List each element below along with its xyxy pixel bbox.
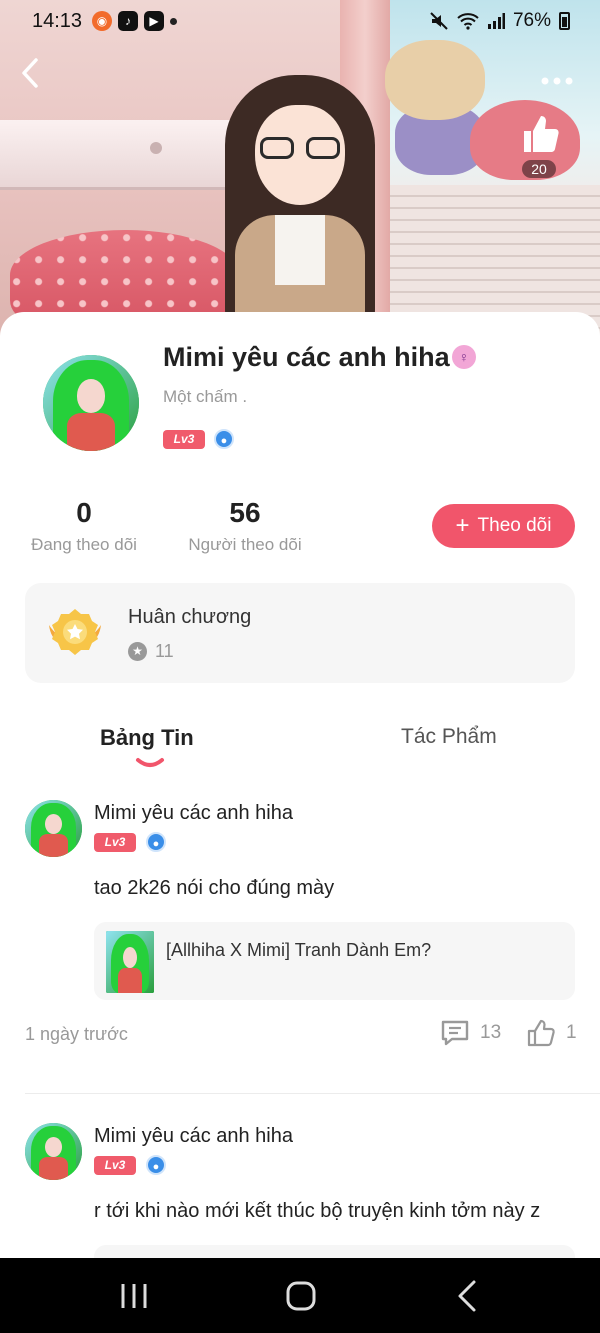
post-author-name[interactable]: Mimi yêu các anh hiha — [94, 1125, 293, 1148]
post-linked-story[interactable]: [Allhiha X Mimi] Tranh Dành Em? — [94, 922, 575, 1000]
status-right: 76% — [429, 10, 570, 32]
status-bar: 14:13 ◉ ♪ ▶ 76% — [0, 0, 600, 42]
system-navigation-bar — [0, 1258, 600, 1333]
back-button[interactable] — [18, 56, 52, 90]
comment-button[interactable]: 13 — [440, 1018, 501, 1048]
post-author-avatar[interactable] — [25, 1123, 82, 1180]
app-notification-icon: ◉ — [92, 11, 112, 31]
profile-avatar[interactable] — [43, 355, 139, 451]
level-badge: Lv3 — [163, 430, 205, 449]
comment-count: 13 — [480, 1022, 502, 1043]
tab-works[interactable]: Tác Phẩm — [401, 725, 497, 749]
medals-card[interactable]: Huân chương ★ 11 — [25, 583, 575, 683]
more-dots-icon — [541, 77, 573, 85]
follow-button-label: Theo dõi — [477, 515, 552, 536]
post-divider — [25, 1093, 600, 1094]
star-icon: ★ — [128, 642, 147, 661]
medals-count: 11 — [155, 641, 174, 661]
plus-icon: + — [455, 512, 470, 539]
feed-post: Mimi yêu các anh hiha Lv3 ● tao 2k26 nói… — [0, 800, 600, 1090]
cover-character — [220, 75, 380, 340]
home-button[interactable] — [281, 1276, 321, 1316]
followers-count: 56 — [229, 497, 261, 528]
youtube-icon: ▶ — [144, 11, 164, 31]
back-arrow-icon — [458, 1280, 476, 1312]
level-badge: Lv3 — [94, 833, 136, 852]
battery-percent: 76% — [512, 10, 551, 31]
vip-droplet-icon: ● — [214, 429, 234, 449]
feed-post: Mimi yêu các anh hiha Lv3 ● r tới khi nà… — [0, 1123, 600, 1323]
profile-cover-image — [0, 0, 600, 340]
dot-icon — [170, 17, 177, 25]
vip-droplet-icon: ● — [146, 1155, 166, 1175]
profile-bio: Một chấm . — [163, 387, 248, 406]
following-count: 0 — [76, 497, 92, 528]
cover-stool — [10, 230, 240, 320]
tab-active-indicator — [136, 758, 164, 767]
battery-icon — [559, 12, 570, 30]
follow-button[interactable]: + Theo dõi — [432, 504, 575, 548]
female-gender-icon: ♀ — [452, 345, 476, 369]
tab-feed[interactable]: Bảng Tin — [100, 725, 194, 751]
mute-icon — [430, 12, 448, 30]
followers-stat[interactable]: 56 Người theo dõi — [180, 497, 310, 555]
profile-sheet: Mimi yêu các anh hiha ♀ Một chấm . Lv3 ●… — [0, 312, 600, 1323]
home-icon — [286, 1281, 316, 1311]
medals-count-row: ★ 11 — [128, 641, 174, 662]
medals-title: Huân chương — [128, 606, 252, 628]
recent-apps-button[interactable] — [114, 1276, 154, 1316]
like-button[interactable]: 1 — [526, 1018, 577, 1048]
cover-desk — [0, 120, 250, 190]
following-stat[interactable]: 0 Đang theo dõi — [24, 497, 144, 555]
thumbs-up-icon — [524, 116, 559, 152]
post-author-name[interactable]: Mimi yêu các anh hiha — [94, 802, 293, 825]
following-label: Đang theo dõi — [31, 535, 137, 554]
followers-label: Người theo dõi — [188, 535, 302, 554]
cover-drawer-knob — [150, 142, 162, 154]
vip-droplet-icon: ● — [146, 832, 166, 852]
tiktok-icon: ♪ — [118, 11, 138, 31]
system-back-button[interactable] — [448, 1276, 488, 1316]
post-text: tao 2k26 nói cho đúng mày — [94, 877, 335, 899]
story-cover-thumbnail — [106, 931, 154, 993]
post-timestamp: 1 ngày trước — [25, 1024, 128, 1044]
status-time: 14:13 — [32, 10, 83, 32]
medal-icon — [49, 609, 101, 655]
comment-icon — [441, 1020, 469, 1046]
like-count: 20 — [522, 160, 556, 178]
status-app-icons: ◉ ♪ ▶ — [92, 11, 177, 31]
post-author-avatar[interactable] — [25, 800, 82, 857]
chevron-left-icon — [22, 58, 38, 88]
wifi-icon — [457, 13, 479, 30]
level-badge: Lv3 — [94, 1156, 136, 1175]
thumbs-up-outline-icon — [527, 1019, 555, 1047]
profile-name: Mimi yêu các anh hiha — [163, 342, 450, 372]
recent-apps-icon — [121, 1284, 147, 1308]
like-count: 1 — [566, 1022, 577, 1043]
like-profile-button[interactable]: 20 — [513, 112, 565, 184]
signal-icon — [487, 13, 505, 29]
more-options-button[interactable] — [540, 62, 574, 93]
post-text: r tới khi nào mới kết thúc bộ truyện kin… — [94, 1200, 541, 1222]
story-title: [Allhiha X Mimi] Tranh Dành Em? — [166, 940, 432, 960]
